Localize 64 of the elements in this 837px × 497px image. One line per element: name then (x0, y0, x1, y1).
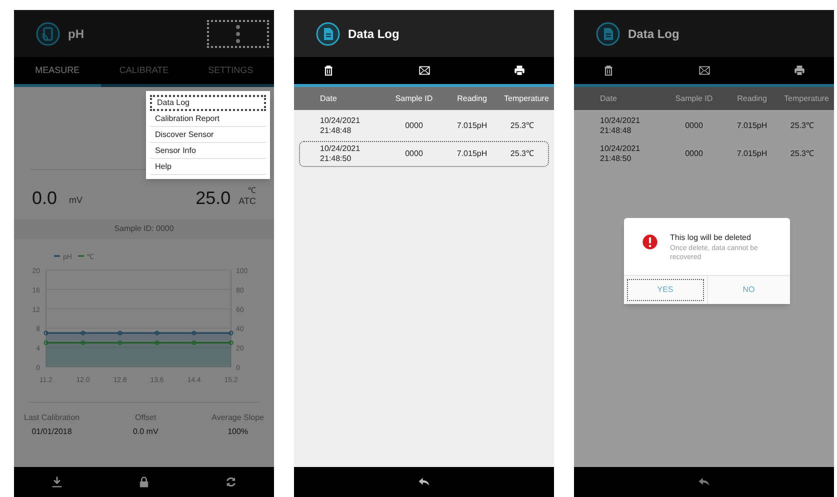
table-cell-text: 0000 (684, 148, 704, 160)
column-header: Temperature (784, 92, 829, 104)
download-icon[interactable] (50, 475, 64, 489)
table-row[interactable]: 10/24/2021 21:48:50 0000 7.015pH 25.3℃ (580, 142, 828, 166)
table-cell-text: 7.015pH (736, 120, 768, 132)
table-cell-text: 10/24/2021 21:48:48 (319, 116, 362, 136)
document-icon (596, 22, 620, 46)
table-cell-text: 7.015pH (456, 120, 488, 132)
menu-item[interactable]: Calibration Report (150, 111, 266, 127)
column-header: Reading (736, 92, 768, 104)
printer-icon[interactable] (793, 64, 806, 77)
column-header: Date (319, 92, 338, 104)
column-header: Date (599, 92, 618, 104)
sample-id-label: Sample ID: 0000 (114, 223, 174, 236)
envelope-icon[interactable] (418, 64, 430, 77)
alert-icon (642, 234, 658, 250)
table-cell-text: 7.015pH (736, 148, 768, 160)
screen-title: pH (68, 26, 84, 42)
delete-icon[interactable] (322, 64, 335, 77)
column-header: Reading (456, 92, 488, 104)
table-row[interactable]: 10/24/2021 21:48:48 0000 7.015pH 25.3℃ (580, 114, 828, 138)
stat-label: Offset (135, 412, 156, 424)
temperature-mode-label: ATC (238, 196, 256, 208)
unit-label: ℃ (248, 186, 256, 196)
column-header: Sample ID (394, 92, 434, 104)
tab[interactable]: MEASURE (14, 57, 101, 87)
millivolt-reading: 0.0 (32, 189, 58, 208)
table-cell-text: 0000 (404, 148, 424, 160)
table-cell-text: 10/24/2021 21:48:48 (599, 116, 642, 136)
unit-label: mV (69, 194, 83, 207)
stat-value: 100% (228, 426, 248, 438)
table-row[interactable]: 10/24/2021 21:48:48 0000 7.015pH 25.3℃ (300, 114, 548, 138)
table-cell-text: 10/24/2021 21:48:50 (599, 144, 642, 164)
stat-value: 0.0 mV (132, 426, 158, 438)
table-cell-text: 25.3℃ (789, 148, 815, 160)
stat-label: Last Calibration (24, 412, 80, 424)
stat-label: Average Slope (212, 412, 264, 424)
menu-item[interactable]: Sensor Info (150, 143, 266, 159)
table-cell-text: 25.3℃ (509, 120, 535, 132)
screen-title: Data Log (348, 26, 400, 42)
delete-icon[interactable] (602, 64, 615, 77)
dialog-title: This log will be deleted (670, 232, 752, 244)
screen-title: Data Log (628, 26, 680, 42)
table-cell-text: 7.015pH (456, 148, 488, 160)
table-cell-text: 25.3℃ (789, 120, 815, 132)
overflow-menu-button[interactable] (208, 20, 268, 46)
menu-item[interactable]: Data Log (150, 95, 266, 111)
app-tablet-icon (36, 22, 60, 46)
table-row[interactable]: 10/24/2021 21:48:50 0000 7.015pH 25.3℃ (300, 142, 548, 166)
table-cell-text: 25.3℃ (509, 148, 535, 160)
table-cell-text: 0000 (404, 120, 424, 132)
table-cell-text: 10/24/2021 21:48:50 (319, 144, 362, 164)
column-header: Sample ID (674, 92, 714, 104)
column-header: Temperature (504, 92, 549, 104)
menu-item[interactable]: Discover Sensor (150, 127, 266, 143)
stat-value: 01/01/2018 (32, 426, 72, 438)
table-cell-text: 0000 (684, 120, 704, 132)
more-vertical-icon (233, 22, 243, 44)
menu-item[interactable]: Help (150, 159, 266, 175)
document-icon (316, 22, 340, 46)
envelope-icon[interactable] (698, 64, 710, 77)
temperature-reading: 25.0 (196, 189, 231, 208)
printer-icon[interactable] (513, 64, 526, 77)
refresh-icon[interactable] (224, 475, 238, 489)
